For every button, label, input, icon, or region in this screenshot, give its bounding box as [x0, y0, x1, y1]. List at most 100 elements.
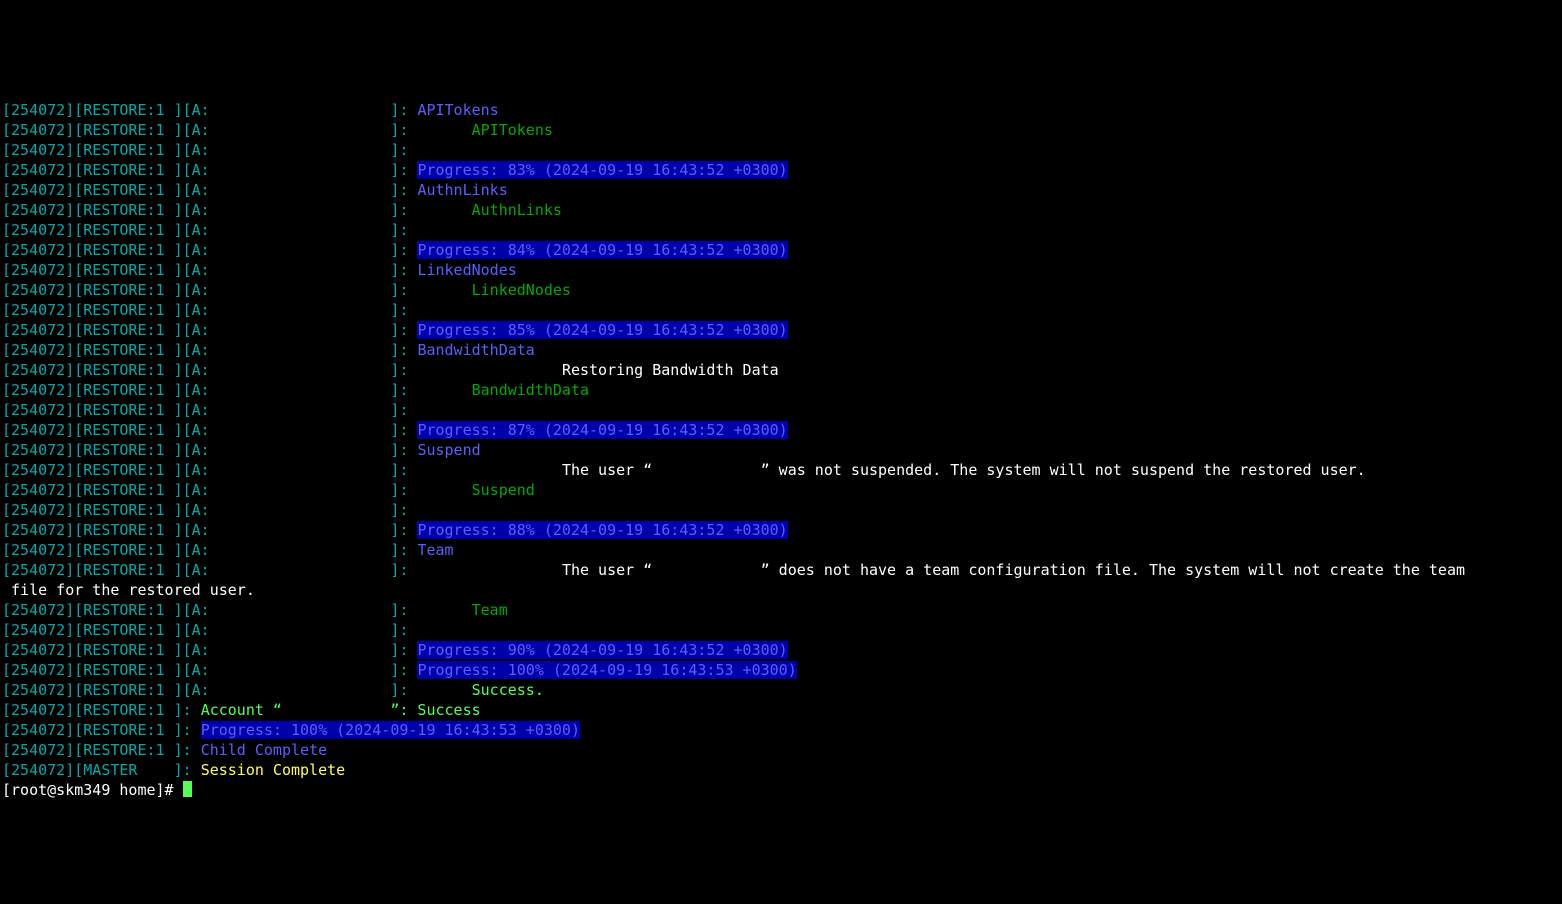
- section-header: Suspend: [417, 441, 480, 459]
- log-line: [254072][RESTORE:1 ][A: ]:: [2, 620, 1560, 640]
- progress-line: Progress: 100% (2024-09-19 16:43:53 +030…: [201, 721, 580, 739]
- section-sub: LinkedNodes: [472, 281, 571, 299]
- message-text: The user “: [562, 461, 652, 479]
- session-complete: Session Complete: [201, 761, 346, 779]
- log-line: [254072][RESTORE:1 ][A: ]: LinkedNodes: [2, 280, 1560, 300]
- log-prefix: [254072][RESTORE:1 ][A:: [2, 641, 210, 659]
- log-line: [254072][RESTORE:1 ][A: ]: Progress: 100…: [2, 660, 1560, 680]
- prompt-text: [root@skm349 home]#: [2, 781, 183, 799]
- shell-prompt[interactable]: [root@skm349 home]#: [2, 780, 1560, 800]
- log-line: [254072][RESTORE:1 ][A: ]: Progress: 88%…: [2, 520, 1560, 540]
- log-prefix: [254072][RESTORE:1 ][A:: [2, 261, 210, 279]
- log-prefix: [254072][RESTORE:1 ][A:: [2, 521, 210, 539]
- log-prefix: [254072][RESTORE:1 ]: [2, 741, 183, 759]
- log-prefix: [254072][RESTORE:1 ][A:: [2, 361, 210, 379]
- log-prefix: [254072][RESTORE:1 ][A:: [2, 341, 210, 359]
- section-sub: AuthnLinks: [472, 201, 562, 219]
- log-line: [254072][RESTORE:1 ][A: ]:: [2, 140, 1560, 160]
- progress-line: Progress: 88% (2024-09-19 16:43:52 +0300…: [417, 521, 787, 539]
- log-line: [254072][RESTORE:1 ][A: ]: Progress: 85%…: [2, 320, 1560, 340]
- log-prefix: [254072][RESTORE:1 ][A:: [2, 121, 210, 139]
- log-prefix: [254072][RESTORE:1 ][A:: [2, 221, 210, 239]
- log-prefix: [254072][RESTORE:1 ]: [2, 701, 183, 719]
- log-line: [254072][RESTORE:1 ][A: ]: Progress: 87%…: [2, 420, 1560, 440]
- progress-line: Progress: 85% (2024-09-19 16:43:52 +0300…: [417, 321, 787, 339]
- section-header: AuthnLinks: [417, 181, 507, 199]
- log-prefix: [254072][RESTORE:1 ][A:: [2, 101, 210, 119]
- progress-line: Progress: 83% (2024-09-19 16:43:52 +0300…: [417, 161, 787, 179]
- message-text: file for the restored user.: [2, 581, 255, 599]
- section-header: BandwidthData: [417, 341, 534, 359]
- log-line: [254072][RESTORE:1 ][A: ]: Team: [2, 540, 1560, 560]
- log-prefix: [254072][RESTORE:1 ][A:: [2, 601, 210, 619]
- log-line: [254072][RESTORE:1 ][A: ]: The user “ ” …: [2, 560, 1560, 580]
- log-line: file for the restored user.: [2, 580, 1560, 600]
- log-line: [254072][RESTORE:1 ][A: ]: LinkedNodes: [2, 260, 1560, 280]
- log-line: [254072][RESTORE:1 ][A: ]:: [2, 500, 1560, 520]
- log-line: [254072][RESTORE:1 ][A: ]: Suspend: [2, 480, 1560, 500]
- log-line: [254072][RESTORE:1 ][A: ]:: [2, 400, 1560, 420]
- cursor: [183, 781, 192, 797]
- progress-line: Progress: 90% (2024-09-19 16:43:52 +0300…: [417, 641, 787, 659]
- section-sub: BandwidthData: [472, 381, 589, 399]
- message-text: Restoring Bandwidth Data: [562, 361, 779, 379]
- log-line: [254072][MASTER ]: Session Complete: [2, 760, 1560, 780]
- log-line: [254072][RESTORE:1 ][A: ]:: [2, 300, 1560, 320]
- log-prefix: [254072][RESTORE:1 ][A:: [2, 141, 210, 159]
- log-line: [254072][RESTORE:1 ][A: ]: APITokens: [2, 120, 1560, 140]
- log-line: [254072][RESTORE:1 ][A: ]: AuthnLinks: [2, 180, 1560, 200]
- log-prefix: [254072][RESTORE:1 ][A:: [2, 681, 210, 699]
- log-prefix: [254072][RESTORE:1 ]: [2, 721, 183, 739]
- section-header: APITokens: [417, 101, 498, 119]
- section-sub: APITokens: [472, 121, 553, 139]
- account-label: ”: Success: [390, 701, 480, 719]
- log-prefix: [254072][RESTORE:1 ][A:: [2, 381, 210, 399]
- log-prefix: [254072][RESTORE:1 ][A:: [2, 401, 210, 419]
- log-prefix: [254072][RESTORE:1 ][A:: [2, 541, 210, 559]
- message-text: ” was not suspended. The system will not…: [761, 461, 1366, 479]
- log-line: [254072][RESTORE:1 ][A: ]: Suspend: [2, 440, 1560, 460]
- log-prefix: [254072][RESTORE:1 ][A:: [2, 421, 210, 439]
- log-line: [254072][RESTORE:1 ][A: ]: Progress: 90%…: [2, 640, 1560, 660]
- log-prefix: [254072][RESTORE:1 ][A:: [2, 441, 210, 459]
- message-text: ” does not have a team configuration fil…: [761, 561, 1465, 579]
- terminal-output[interactable]: [254072][RESTORE:1 ][A: ]: APITokens[254…: [0, 100, 1562, 804]
- log-prefix: [254072][RESTORE:1 ][A:: [2, 621, 210, 639]
- log-line: [254072][RESTORE:1 ][A: ]:: [2, 220, 1560, 240]
- message-text: The user “: [562, 561, 652, 579]
- log-prefix: [254072][RESTORE:1 ][A:: [2, 321, 210, 339]
- log-line: [254072][RESTORE:1 ][A: ]: BandwidthData: [2, 340, 1560, 360]
- log-line: [254072][RESTORE:1 ]: Progress: 100% (20…: [2, 720, 1560, 740]
- log-prefix: [254072][MASTER ]: [2, 761, 183, 779]
- section-sub: Team: [472, 601, 508, 619]
- log-line: [254072][RESTORE:1 ][A: ]: Restoring Ban…: [2, 360, 1560, 380]
- log-line: [254072][RESTORE:1 ][A: ]: BandwidthData: [2, 380, 1560, 400]
- progress-line: Progress: 100% (2024-09-19 16:43:53 +030…: [417, 661, 796, 679]
- log-prefix: [254072][RESTORE:1 ][A:: [2, 301, 210, 319]
- log-prefix: [254072][RESTORE:1 ][A:: [2, 161, 210, 179]
- log-prefix: [254072][RESTORE:1 ][A:: [2, 241, 210, 259]
- account-label: Account “: [201, 701, 282, 719]
- progress-line: Progress: 87% (2024-09-19 16:43:52 +0300…: [417, 421, 787, 439]
- section-header: LinkedNodes: [417, 261, 516, 279]
- log-prefix: [254072][RESTORE:1 ][A:: [2, 501, 210, 519]
- log-line: [254072][RESTORE:1 ][A: ]: APITokens: [2, 100, 1560, 120]
- progress-line: Progress: 84% (2024-09-19 16:43:52 +0300…: [417, 241, 787, 259]
- log-prefix: [254072][RESTORE:1 ][A:: [2, 201, 210, 219]
- log-line: [254072][RESTORE:1 ][A: ]: AuthnLinks: [2, 200, 1560, 220]
- log-line: [254072][RESTORE:1 ][A: ]: The user “ ” …: [2, 460, 1560, 480]
- section-sub: Suspend: [472, 481, 535, 499]
- section-header: Team: [417, 541, 453, 559]
- log-line: [254072][RESTORE:1 ]: Child Complete: [2, 740, 1560, 760]
- log-prefix: [254072][RESTORE:1 ][A:: [2, 461, 210, 479]
- child-complete: Child Complete: [201, 741, 327, 759]
- log-prefix: [254072][RESTORE:1 ][A:: [2, 181, 210, 199]
- log-prefix: [254072][RESTORE:1 ][A:: [2, 661, 210, 679]
- log-prefix: [254072][RESTORE:1 ][A:: [2, 481, 210, 499]
- success-text: Success.: [472, 681, 544, 699]
- log-line: [254072][RESTORE:1 ][A: ]: Success.: [2, 680, 1560, 700]
- log-line: [254072][RESTORE:1 ][A: ]: Team: [2, 600, 1560, 620]
- log-prefix: [254072][RESTORE:1 ][A:: [2, 561, 210, 579]
- log-prefix: [254072][RESTORE:1 ][A:: [2, 281, 210, 299]
- log-line: [254072][RESTORE:1 ]: Account “ ”: Succe…: [2, 700, 1560, 720]
